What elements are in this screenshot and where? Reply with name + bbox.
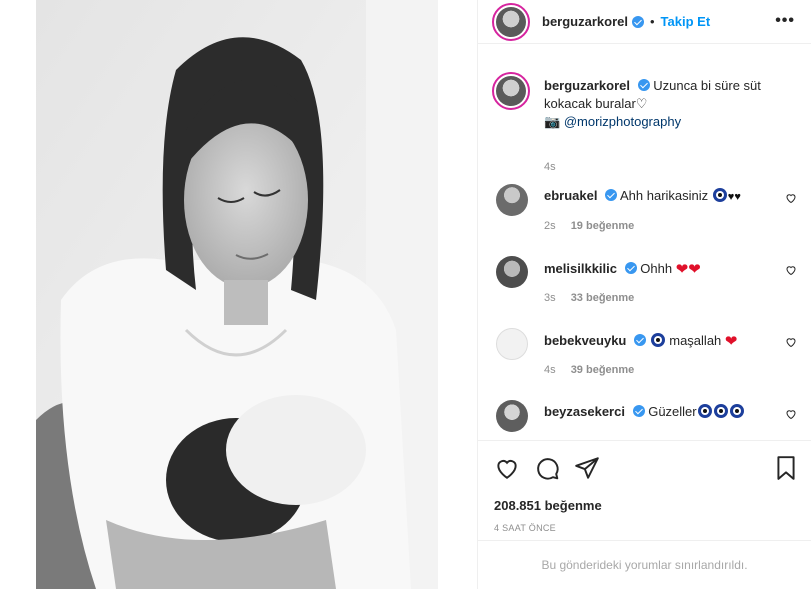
comment-body: bebekveuyku maşallah ❤ [544,332,737,350]
comment-body: ebruakel Ahh harikasiniz ♥♥ [544,188,741,203]
caption-line1: Uzunca bi süre süt [653,78,761,93]
like-comment-heart-icon[interactable] [785,408,797,420]
commenter-avatar[interactable] [496,328,528,360]
comment-text: Güzeller [648,404,697,419]
comment-time: 3s [544,292,556,304]
comment-body: beyzasekerci Güzeller [544,404,745,419]
like-comment-heart-icon[interactable] [785,192,797,204]
commenter-avatar[interactable] [496,400,528,432]
action-bar [494,455,799,481]
post-header: berguzarkorel • Takip Et ••• [478,0,811,44]
red-heart-icon: ❤ [724,333,738,350]
bookmark-icon[interactable] [773,455,799,481]
share-icon[interactable] [574,455,600,481]
post-image [36,0,438,589]
verified-badge-icon [634,334,646,346]
verified-badge-icon [632,405,645,417]
caption-time: 4s [544,161,556,173]
comment-text: Ohhh [640,261,673,276]
commenter-username[interactable]: ebruakel [544,188,597,203]
caption-text: berguzarkorel Uzunca bi süre süt kokacak… [544,77,784,131]
author-username[interactable]: berguzarkorel [542,14,628,29]
comment-likes[interactable]: 39 beğenme [571,364,635,376]
separator-dot: • [649,14,655,29]
caption-username[interactable]: berguzarkorel [544,78,630,93]
commenter-avatar[interactable] [496,256,528,288]
post-photo[interactable] [36,0,438,589]
comments-list[interactable]: berguzarkorel Uzunca bi süre süt kokacak… [478,60,811,440]
commenter-avatar[interactable] [496,184,528,216]
comment-time: 4s [544,364,556,376]
comment-meta: 3s 33 beğenme [544,292,634,304]
photo-pane [0,0,478,589]
heart-icon[interactable] [494,455,520,481]
verified-badge-icon [605,189,618,201]
follow-button[interactable]: Takip Et [661,14,711,29]
red-heart-icon: ❤ [688,261,701,278]
comment-body: melisilkkilic Ohhh ❤❤ [544,260,701,278]
author-avatar[interactable] [492,2,530,41]
commenter-username[interactable]: beyzasekerci [544,404,625,419]
evil-eye-icon [697,404,712,418]
evil-eye-icon [729,404,744,418]
comment-item: ebruakel Ahh harikasiniz ♥♥ 2s 19 beğenm… [492,184,797,244]
like-comment-heart-icon[interactable] [785,336,797,348]
comment-text: Ahh harikasiniz [620,188,709,203]
likes-count[interactable]: 208.851 beğenme [494,498,602,513]
camera-icon: 📷 [544,114,561,129]
like-comment-heart-icon[interactable] [785,264,797,276]
comment-meta: 2s 19 beğenme [544,220,634,232]
comment-likes[interactable]: 33 beğenme [571,292,635,304]
post-timestamp: 4 SAAT ÖNCE [494,523,556,533]
comment-text: maşallah [669,333,722,348]
evil-eye-icon [650,333,665,347]
white-heart-icon: ♡ [635,96,648,111]
black-heart-icon: ♥♥ [727,191,741,203]
mention-link[interactable]: @morizphotography [564,114,681,129]
post-actions: 208.851 beğenme 4 SAAT ÖNCE [478,440,811,540]
comment-icon[interactable] [534,455,560,481]
evil-eye-icon [713,404,728,418]
caption-line2: kokacak buralar [544,96,636,111]
comments-restricted-notice: Bu gönderideki yorumlar sınırlandırıldı. [478,540,811,589]
post-sidebar: berguzarkorel • Takip Et ••• berguzarkor… [478,0,811,589]
comment-item: bebekveuyku maşallah ❤ 4s 39 beğenme [492,328,797,388]
comment-item: melisilkkilic Ohhh ❤❤ 3s 33 beğenme [492,256,797,316]
commenter-username[interactable]: bebekveuyku [544,333,626,348]
more-options-icon[interactable]: ••• [775,12,795,30]
comment-likes[interactable]: 19 beğenme [571,220,635,232]
verified-badge-icon [637,79,650,91]
verified-badge-icon [624,262,637,274]
verified-badge-icon [631,15,644,28]
caption-avatar[interactable] [492,72,530,110]
comment-time: 2s [544,220,556,232]
comment-meta: 4s 39 beğenme [544,364,634,376]
red-heart-icon: ❤ [675,261,689,278]
commenter-username[interactable]: melisilkkilic [544,261,617,276]
evil-eye-icon [712,188,727,202]
